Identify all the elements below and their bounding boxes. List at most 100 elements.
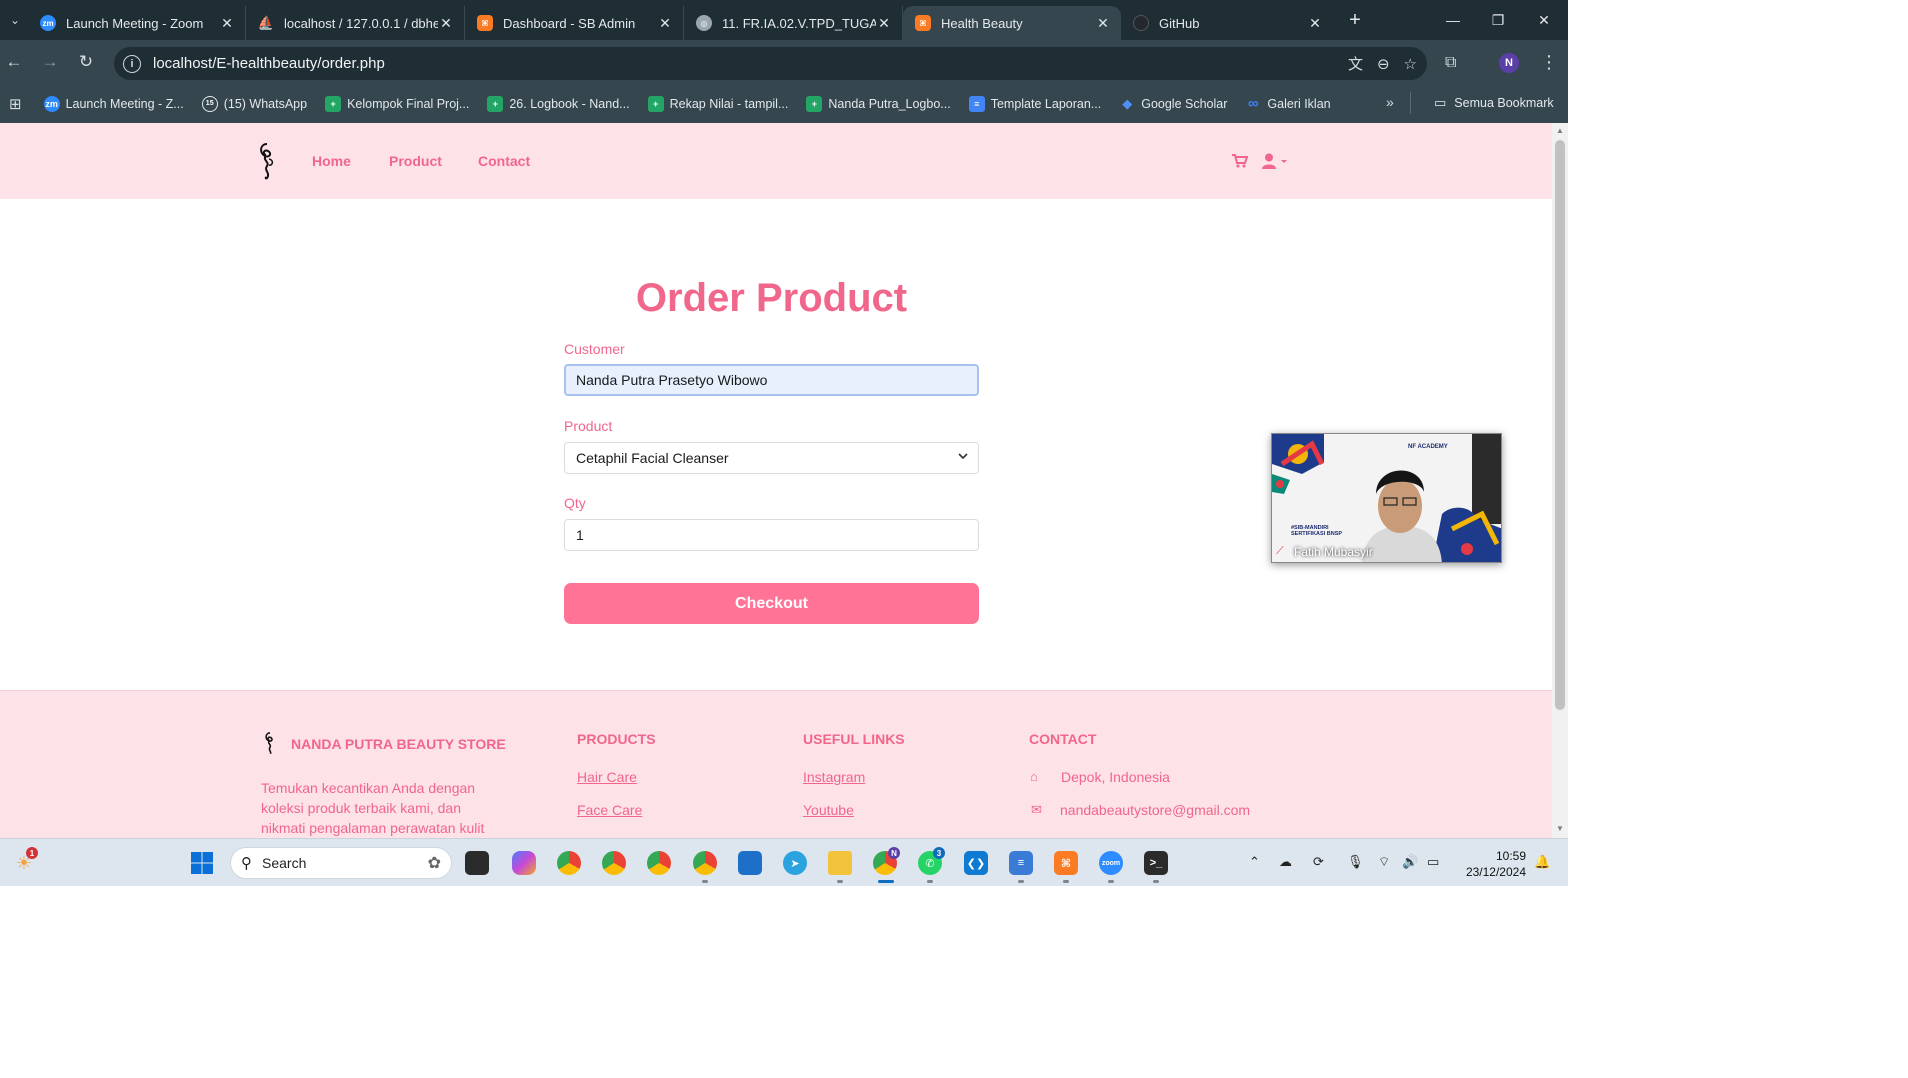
bookmark-star-icon[interactable]: ☆ — [1404, 55, 1417, 73]
close-icon[interactable]: ✕ — [876, 15, 892, 32]
bookmark-label: Rekap Nilai - tampil... — [669, 96, 789, 111]
reload-icon[interactable]: ↻ — [68, 52, 104, 72]
telegram-icon[interactable]: ➤ — [783, 851, 807, 875]
bookmark-item[interactable]: + Nanda Putra_Logbo... — [806, 95, 951, 112]
forward-icon[interactable]: → — [32, 52, 68, 72]
scroll-up-icon[interactable]: ▲ — [1555, 126, 1565, 135]
tab-github[interactable]: GitHub ✕ — [1121, 6, 1333, 40]
extensions-icon[interactable]: ⧉ — [1445, 54, 1456, 72]
footer-link-instagram[interactable]: Instagram — [803, 769, 865, 785]
footer-link-hair-care[interactable]: Hair Care — [577, 769, 637, 785]
bookmark-item[interactable]: zm Launch Meeting - Z... — [43, 95, 184, 112]
brand-logo[interactable] — [255, 141, 279, 181]
onedrive-icon[interactable]: ☁ — [1279, 854, 1292, 870]
taskbar-search-box[interactable]: ⚲ Search ✿ — [230, 847, 452, 879]
sync-icon[interactable]: ⟳ — [1313, 854, 1324, 870]
bookmark-item[interactable]: + Kelompok Final Proj... — [325, 95, 469, 112]
search-highlight-icon: ✿ — [427, 855, 441, 872]
zoom-magnifier-icon[interactable]: ⊖ — [1377, 55, 1390, 73]
tray-chevron-icon[interactable]: ⌃ — [1249, 854, 1260, 870]
zoom-app-icon[interactable]: zoom — [1099, 851, 1123, 875]
tab-title: GitHub — [1159, 15, 1200, 31]
apps-grid-icon[interactable]: ⊞ — [9, 95, 22, 113]
notepad-icon[interactable]: ≡ — [1009, 851, 1033, 875]
battery-icon[interactable]: ▭ — [1427, 854, 1439, 870]
bookmark-item[interactable]: ∞ Galeri Iklan — [1245, 95, 1331, 112]
bookmark-label: 26. Logbook - Nand... — [509, 96, 630, 111]
all-bookmarks[interactable]: ▭ Semua Bookmark — [1434, 95, 1554, 111]
close-icon[interactable]: ✕ — [1307, 15, 1323, 32]
address-bar[interactable]: i localhost/E-healthbeauty/order.php 文 ⊖… — [114, 47, 1427, 80]
chrome-profile-icon[interactable] — [602, 851, 626, 875]
tab-phpmyadmin[interactable]: ⛵ localhost / 127.0.0.1 / dbhe ✕ — [246, 6, 465, 40]
nav-product[interactable]: Product — [389, 153, 442, 169]
customer-input[interactable]: Nanda Putra Prasetyo Wibowo — [564, 364, 979, 396]
tab-title: localhost / 127.0.0.1 / dbhe — [284, 15, 438, 31]
tab-title: Dashboard - SB Admin — [503, 15, 636, 31]
new-tab-button[interactable]: + — [1343, 9, 1367, 32]
running-indicator — [702, 880, 708, 883]
profile-avatar[interactable]: N — [1499, 53, 1519, 73]
close-icon[interactable]: ✕ — [219, 15, 235, 32]
menu-kebab-icon[interactable]: ⋮ — [1540, 52, 1558, 73]
chrome-profile-icon[interactable] — [693, 851, 717, 875]
home-icon: ⌂ — [1030, 769, 1038, 784]
footer-link-face-care[interactable]: Face Care — [577, 802, 642, 818]
footer-link-youtube[interactable]: Youtube — [803, 802, 854, 818]
microphone-icon[interactable]: 🎙 — [1347, 854, 1364, 870]
site-info-icon[interactable]: i — [123, 54, 141, 73]
minimize-icon[interactable]: — — [1430, 0, 1476, 40]
bookmark-item[interactable]: + Rekap Nilai - tampil... — [647, 95, 789, 112]
all-bookmarks-label: Semua Bookmark — [1454, 96, 1554, 110]
qty-input[interactable]: 1 — [564, 519, 979, 551]
tab-zoom[interactable]: zm Launch Meeting - Zoom ✕ — [28, 6, 246, 40]
close-icon[interactable]: ✕ — [1095, 15, 1111, 32]
sheets-icon: + — [647, 95, 664, 112]
bookmark-item[interactable]: ◆ Google Scholar — [1119, 96, 1227, 112]
window-close-icon[interactable]: ✕ — [1521, 0, 1567, 40]
clock-time: 10:59 — [1495, 849, 1526, 863]
chrome-icon[interactable] — [557, 851, 581, 875]
checkout-button[interactable]: Checkout — [564, 583, 979, 624]
task-view-icon[interactable] — [465, 851, 489, 875]
whatsapp-badge: 3 — [933, 847, 945, 859]
tab-health-beauty[interactable]: ⌘ Health Beauty ✕ — [903, 6, 1121, 40]
close-icon[interactable]: ✕ — [657, 15, 673, 32]
restore-icon[interactable]: ❐ — [1475, 0, 1521, 40]
phpmyadmin-icon: ⛵ — [257, 15, 275, 30]
page-title: Order Product — [635, 276, 908, 320]
chrome-profile-icon[interactable] — [647, 851, 671, 875]
copilot-icon[interactable] — [512, 851, 536, 875]
url-text[interactable]: localhost/E-healthbeauty/order.php — [153, 55, 385, 72]
zoom-icon: zm — [43, 95, 60, 112]
more-bookmarks-icon[interactable]: » — [1386, 94, 1394, 110]
microsoft-store-icon[interactable] — [738, 851, 762, 875]
bookmark-item[interactable]: +26. Logbook - Nand... — [487, 95, 630, 112]
bookmark-item[interactable]: ≡ Template Laporan... — [968, 95, 1101, 112]
qty-label: Qty — [564, 495, 586, 511]
xampp-icon[interactable]: ⌘ — [1054, 851, 1078, 875]
tab-fr-ia[interactable]: ◎ 11. FR.IA.02.V.TPD_TUGAS ✕ — [684, 6, 903, 40]
translate-icon[interactable]: 文 — [1348, 53, 1363, 74]
scrollbar-thumb[interactable] — [1555, 140, 1565, 710]
windows-start-icon[interactable] — [190, 851, 214, 875]
nav-contact[interactable]: Contact — [478, 153, 530, 169]
zoom-video-tile[interactable]: NF ACADEMY #SIB-MANDIRI SERTIFIKASI BNSP… — [1271, 433, 1502, 563]
close-icon[interactable]: ✕ — [438, 15, 454, 32]
product-select[interactable]: Cetaphil Facial Cleanser — [564, 442, 979, 474]
cart-icon[interactable] — [1232, 154, 1248, 168]
tab-search-chevron-icon[interactable]: ⌄ — [2, 7, 28, 33]
tab-dashboard[interactable]: ⌘ Dashboard - SB Admin ✕ — [465, 6, 684, 40]
scroll-down-icon[interactable]: ▼ — [1555, 824, 1565, 833]
clock[interactable]: 10:59 23/12/2024 — [1460, 848, 1526, 880]
back-icon[interactable]: ← — [0, 52, 32, 72]
wifi-icon[interactable]: ⌔ — [1378, 854, 1390, 870]
vscode-icon[interactable]: ❮❯ — [964, 851, 988, 875]
file-explorer-icon[interactable] — [828, 851, 852, 875]
nav-home[interactable]: Home — [312, 153, 351, 169]
user-dropdown-icon[interactable] — [1262, 153, 1288, 169]
bookmark-item[interactable]: 15 (15) WhatsApp — [201, 95, 307, 112]
volume-icon[interactable]: 🔊 — [1402, 854, 1418, 870]
terminal-icon[interactable]: >_ — [1144, 851, 1168, 875]
notifications-bell-icon[interactable]: 🔔 — [1534, 854, 1550, 870]
